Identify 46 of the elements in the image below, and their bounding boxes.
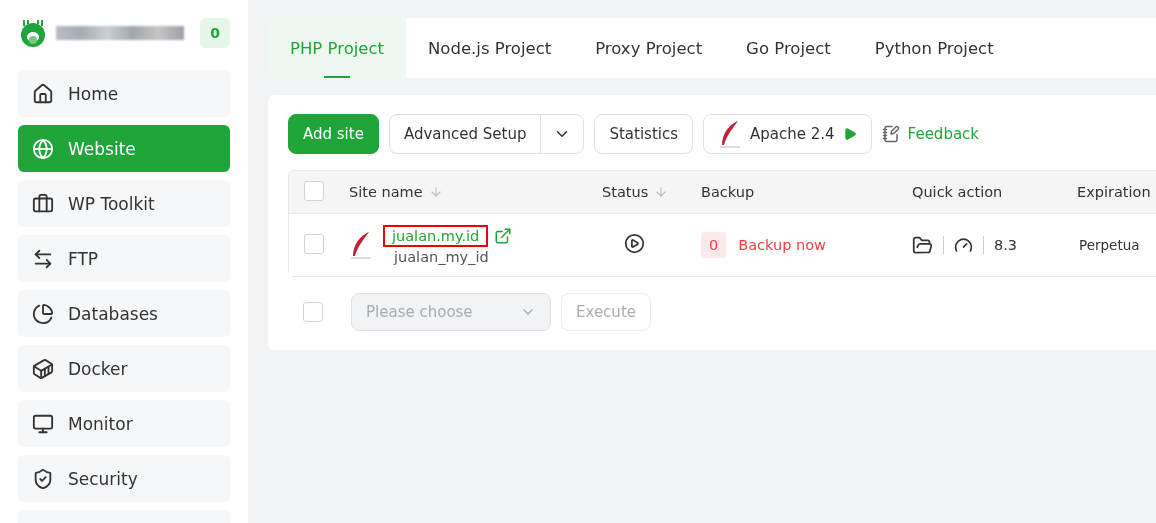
notification-badge: 0	[200, 18, 230, 48]
sidebar-item[interactable]: FTP	[18, 235, 230, 282]
tab[interactable]: Node.js Project	[406, 18, 574, 78]
sort-icon	[428, 185, 443, 199]
play-icon	[842, 127, 857, 141]
feather-icon	[718, 119, 742, 149]
home-icon	[32, 82, 54, 105]
checkbox[interactable]	[304, 233, 324, 254]
tab[interactable]: Proxy Project	[573, 18, 725, 78]
statistics-button[interactable]: Statistics	[594, 114, 693, 154]
column-header: Status	[602, 184, 649, 200]
sidebar-item[interactable]: Docker	[18, 345, 230, 392]
column-header: Expiration	[1077, 184, 1151, 200]
notepad-icon	[881, 125, 900, 143]
feather-icon	[349, 230, 373, 260]
column-header: Quick action	[912, 184, 1003, 200]
apache-button[interactable]: Apache 2.4	[703, 114, 872, 154]
column-header: Backup	[701, 184, 755, 200]
advanced-setup-dropdown[interactable]: Advanced Setup	[388, 114, 585, 154]
tab[interactable]: Python Project	[852, 18, 1016, 78]
site-alias: jualan_my_id	[394, 249, 490, 265]
backup-link[interactable]: Backup now	[738, 237, 826, 253]
play-icon[interactable]	[624, 233, 645, 254]
php-version: 8.3	[994, 237, 1018, 253]
gauge-icon[interactable]	[954, 235, 973, 255]
sidebar-item[interactable]: Security	[18, 455, 230, 502]
column-header: Site name	[349, 184, 423, 200]
checkbox[interactable]	[303, 302, 323, 322]
globe-icon	[32, 137, 54, 160]
backup-count: 0	[701, 232, 727, 258]
tab[interactable]: Go Project	[724, 18, 853, 78]
folder-icon[interactable]	[912, 234, 933, 256]
checkbox[interactable]	[304, 180, 324, 201]
sidebar-item[interactable]: WP Toolkit	[18, 180, 230, 227]
sidebar-item[interactable]: Databases	[18, 290, 230, 337]
external-link-icon	[494, 227, 513, 245]
sidebar-item[interactable]: Monitor	[18, 400, 230, 447]
pie-chart-icon	[32, 302, 54, 325]
transfer-icon	[32, 247, 54, 270]
briefcase-icon	[32, 192, 54, 215]
monitor-icon	[32, 412, 54, 435]
sidebar-item[interactable]: Home	[18, 70, 230, 117]
expiration-cell-text: Perpetua	[1078, 237, 1141, 253]
shield-icon	[32, 467, 54, 490]
container-icon	[32, 357, 54, 380]
logo-icon	[18, 18, 48, 48]
